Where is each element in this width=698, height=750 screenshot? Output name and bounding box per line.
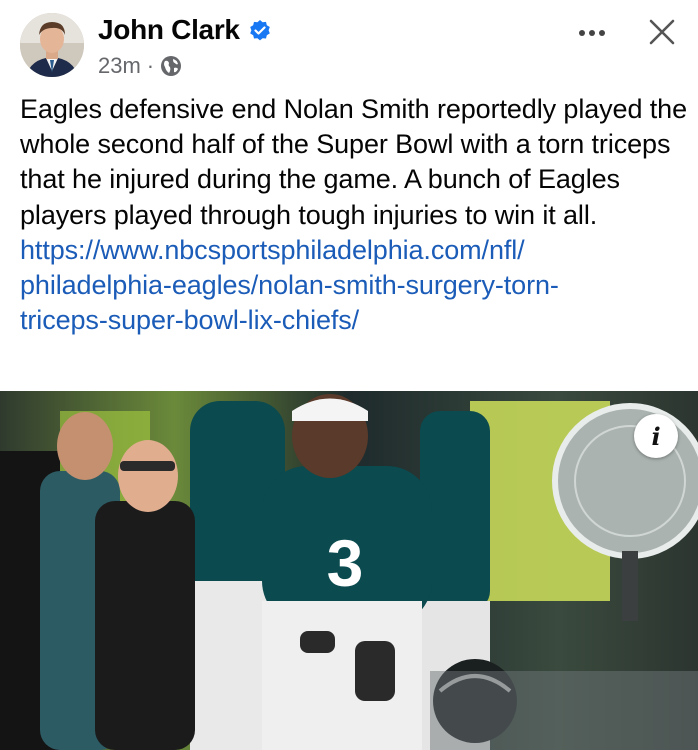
jersey-number: 3 bbox=[327, 526, 364, 600]
post-body: Eagles defensive end Nolan Smith reporte… bbox=[20, 92, 690, 338]
author-avatar[interactable] bbox=[20, 13, 84, 77]
author-name[interactable]: John Clark bbox=[98, 14, 240, 46]
avatar-photo bbox=[20, 13, 84, 77]
author-name-row: John Clark bbox=[98, 14, 272, 46]
post-photo[interactable]: 3 bbox=[0, 391, 698, 750]
link-line-1: https://www.nbcsportsphiladelphia.com/nf… bbox=[20, 234, 525, 265]
globe-icon[interactable] bbox=[160, 55, 182, 77]
sideline-photo: 3 bbox=[0, 391, 698, 750]
link-line-2: philadelphia-eagles/nolan-smith-surgery-… bbox=[20, 270, 559, 301]
article-link[interactable]: https://www.nbcsportsphiladelphia.com/nf… bbox=[20, 233, 690, 339]
info-icon[interactable]: i bbox=[634, 414, 678, 458]
post-header: John Clark 23m · bbox=[0, 0, 698, 90]
meta-separator: · bbox=[146, 53, 155, 78]
more-options-icon[interactable] bbox=[574, 20, 610, 46]
post-message: Eagles defensive end Nolan Smith reporte… bbox=[20, 94, 688, 230]
link-line-3: triceps-super-bowl-lix-chiefs/ bbox=[20, 305, 360, 336]
close-icon[interactable] bbox=[644, 14, 680, 50]
post-time[interactable]: 23m bbox=[98, 53, 141, 79]
verified-badge-icon bbox=[248, 18, 272, 42]
post-meta: 23m · bbox=[98, 53, 182, 79]
